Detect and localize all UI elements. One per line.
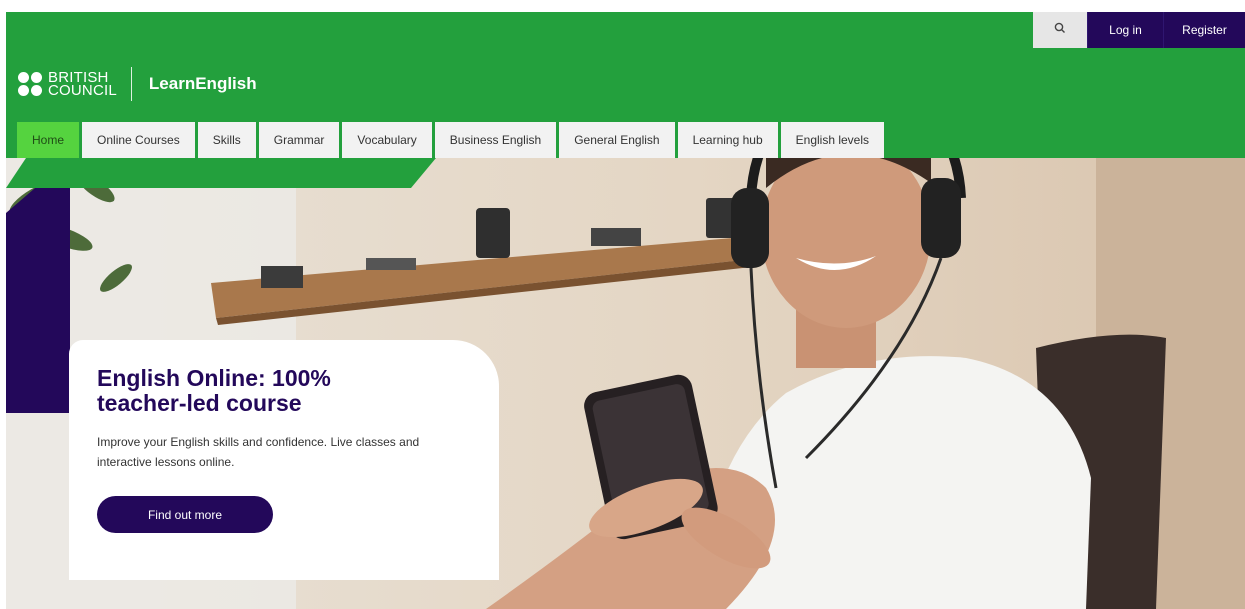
decorative-purple-shape — [6, 158, 70, 413]
organisation-name-line2: COUNCIL — [48, 82, 117, 99]
logo-divider — [130, 67, 132, 101]
nav-item-vocabulary[interactable]: Vocabulary — [342, 122, 432, 158]
hero-banner: English Online: 100% teacher-led course … — [6, 158, 1245, 609]
hero-title: English Online: 100% teacher-led course — [97, 365, 331, 416]
find-out-more-button[interactable]: Find out more — [97, 496, 273, 533]
nav-item-business-english[interactable]: Business English — [434, 122, 557, 158]
organisation-name: BRITISH COUNCIL — [48, 70, 117, 99]
nav-item-skills[interactable]: Skills — [197, 122, 256, 158]
utility-bar: Log in Register — [1033, 12, 1245, 48]
nav-item-general-english[interactable]: General English — [559, 122, 675, 158]
site-name: LearnEnglish — [148, 74, 257, 93]
decorative-green-shape — [6, 158, 436, 188]
nav-item-english-levels[interactable]: English levels — [780, 122, 885, 158]
british-council-logo-icon — [18, 72, 42, 96]
nav-item-online-courses[interactable]: Online Courses — [82, 122, 195, 158]
register-button[interactable]: Register — [1163, 12, 1245, 48]
page-frame: Log in Register BRITISH COUNCIL LearnEng… — [6, 12, 1245, 609]
hero-card: English Online: 100% teacher-led course … — [69, 340, 499, 580]
nav-item-home[interactable]: Home — [17, 122, 80, 158]
hero-description: Improve your English skills and confiden… — [97, 435, 420, 469]
search-button[interactable] — [1033, 12, 1087, 48]
nav-item-learning-hub[interactable]: Learning hub — [677, 122, 778, 158]
login-button[interactable]: Log in — [1087, 12, 1163, 48]
search-icon — [1054, 21, 1066, 39]
site-logo[interactable]: BRITISH COUNCIL LearnEnglish — [18, 66, 257, 102]
nav-item-grammar[interactable]: Grammar — [258, 122, 340, 158]
main-nav: Home Online Courses Skills Grammar Vocab… — [17, 122, 885, 158]
